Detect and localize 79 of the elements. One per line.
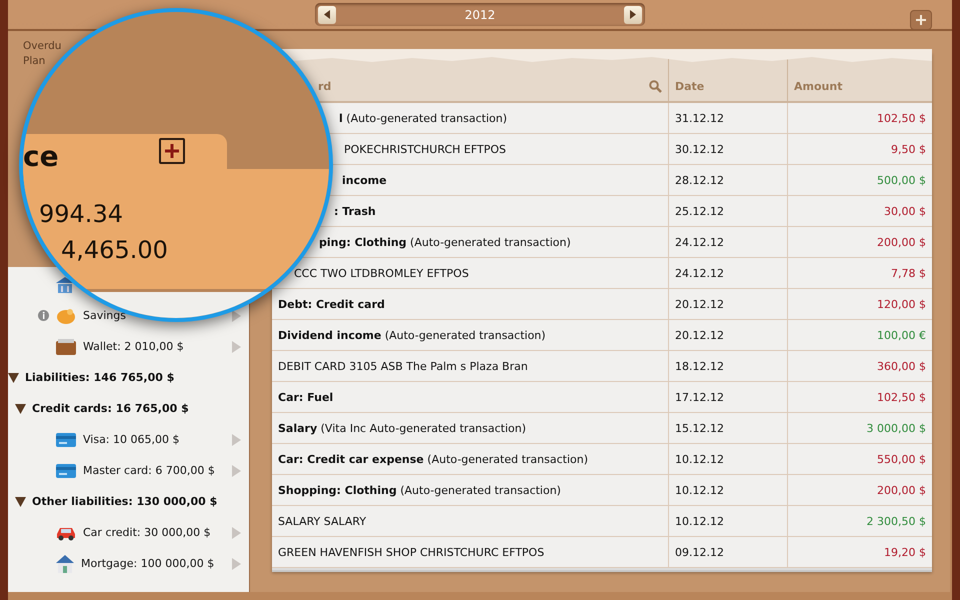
transaction-description: Car: Fuel [278,390,334,404]
transaction-date: 18.12.12 [675,360,724,372]
account-group-label[interactable]: Credit cards: 16 765,00 $ [32,402,189,415]
transaction-amount: 500,00 $ [877,174,926,186]
transaction-description: Salary (Vita Inc Auto-generated transaction) [278,422,526,434]
transaction-amount: 102,50 $ [877,112,926,124]
magnified-title: ce [23,140,59,173]
transaction-date: 20.12.12 [675,328,724,342]
transaction-date: 10.12.12 [675,484,724,496]
transaction-amount: 100,00 € [877,328,926,342]
transaction-date: 28.12.12 [675,174,724,186]
transaction-amount: 30,00 $ [884,204,926,218]
year-label: 2012 [464,8,496,22]
transaction-amount: 200,00 $ [877,236,926,248]
transaction-date: 31.12.12 [675,112,724,124]
account-label[interactable]: Car credit: 30 000,00 $ [83,526,211,539]
transaction-amount: 7,78 $ [891,266,926,280]
credit-card-icon [55,462,77,478]
transaction-date: 10.12.12 [675,514,724,528]
account-label[interactable]: Master card: 6 700,00 $ [83,464,215,477]
next-year-button[interactable] [624,6,642,24]
house-icon [55,554,75,574]
transaction-amount: 102,50 $ [877,390,926,404]
add-button[interactable] [910,10,932,30]
piggy-bank-icon [55,306,77,324]
transaction-amount: 550,00 $ [877,452,926,466]
magnified-balance: 994.34 [39,200,123,228]
transaction-date: 20.12.12 [675,298,724,310]
expanded-triangle-icon[interactable] [15,496,26,506]
transaction-date: 10.12.12 [675,452,724,466]
transaction-date: 15.12.12 [675,422,724,434]
transaction-description: GREEN HAVENFISH SHOP CHRISTCHURC EFTPOS [278,546,544,558]
transaction-description: Debt: Credit card [278,298,385,310]
credit-card-icon [55,432,77,448]
transaction-amount: 2 300,50 $ [866,514,926,528]
sidebar-header-text: Overdu [23,39,62,54]
transaction-description: Car: Credit car expense (Auto-generated transaction) [278,452,588,466]
plus-icon [165,144,179,158]
account-group-label[interactable]: Liabilities: 146 765,00 $ [25,371,174,384]
transaction-amount: 120,00 $ [877,298,926,310]
transaction-amount: 9,50 $ [891,142,926,156]
expanded-triangle-icon[interactable] [15,404,26,414]
account-label[interactable]: Wallet: 2 010,00 $ [83,340,184,353]
transaction-description: income [342,174,387,186]
transaction-description: Dividend income (Auto-generated transaction) [278,328,546,342]
transaction-date: 24.12.12 [675,236,724,248]
transaction-date: 17.12.12 [675,390,724,404]
transaction-amount: 360,00 $ [877,360,926,372]
transaction-date: 30.12.12 [675,142,724,156]
transaction-description: CCC TWO LTDBROMLEY EFTPOS [294,266,469,280]
right-arrow-icon [630,10,636,19]
left-arrow-icon [324,10,330,19]
account-label[interactable]: Visa: 10 065,00 $ [83,433,180,446]
transaction-description: : Trash [334,204,376,218]
transaction-amount: 3 000,00 $ [866,422,926,434]
transaction-description: Shopping: Clothing (Auto-generated transaction) [278,484,561,496]
transaction-amount: 200,00 $ [877,484,926,496]
wallet-icon [55,338,77,356]
previous-year-button[interactable] [318,6,336,24]
plus-icon [916,15,926,25]
account-group-label[interactable]: Other liabilities: 130 000,00 $ [32,495,218,508]
disclosure-arrow-icon[interactable] [232,310,241,322]
transaction-description: DEBIT CARD 3105 ASB The Palm s Plaza Bran [278,360,528,372]
transaction-date: 25.12.12 [675,204,724,218]
transaction-description: SALARY SALARY [278,514,366,528]
expanded-triangle-icon[interactable] [8,372,19,382]
sidebar-header-text: Plan [23,54,46,69]
transaction-date: 24.12.12 [675,266,724,280]
account-label[interactable]: Savings [83,309,126,322]
magnified-balance: 4,465.00 [61,236,168,264]
search-icon[interactable] [649,80,662,93]
transaction-description: POKECHRISTCHURCH EFTPOS [344,142,506,156]
transaction-description: l (Auto-generated transaction) [339,112,508,124]
account-label[interactable]: Mortgage: 100 000,00 $ [81,557,214,570]
transaction-amount: 19,20 $ [884,546,926,558]
info-icon[interactable] [38,310,49,321]
transaction-date: 09.12.12 [675,546,724,558]
transaction-description: ping: Clothing (Auto-generated transaction) [319,236,571,248]
add-account-button[interactable] [159,138,185,164]
